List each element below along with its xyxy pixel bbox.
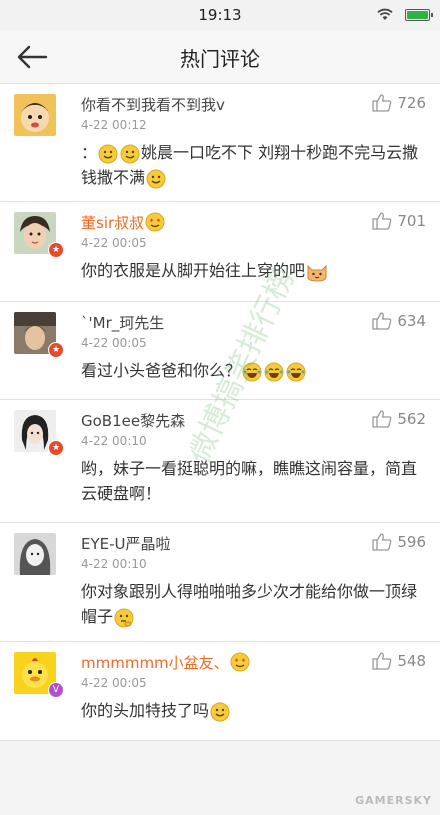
like-button[interactable]: 596 — [372, 533, 426, 551]
thumbs-up-icon — [372, 212, 392, 230]
vip-badge-icon: V — [48, 682, 64, 698]
comment-item: V mmmmmm小盆友、 4-22 00:05 你的头加特技了吗 548 — [0, 642, 440, 741]
smile-emoji-icon — [120, 144, 140, 163]
thumbs-up-icon — [372, 94, 392, 112]
user-name[interactable]: 你看不到我看不到我v — [81, 94, 225, 115]
comment-text: 看过小头爸爸和你么？ — [81, 358, 426, 383]
status-bar: 19:13 — [0, 0, 440, 30]
battery-icon — [405, 9, 433, 21]
nav-bar: 热门评论 — [0, 30, 440, 84]
like-button[interactable]: 701 — [372, 212, 426, 230]
comment-text: 你对象跟别人得啪啪啪多少次才能给你做一顶绿帽子 — [81, 582, 418, 627]
wifi-icon — [377, 8, 393, 20]
smile-emoji-icon — [210, 702, 230, 721]
laughing-tears-emoji-icon — [286, 362, 306, 381]
comment-time: 4-22 00:05 — [81, 336, 147, 350]
thumbs-up-icon — [372, 652, 392, 670]
avatar[interactable] — [14, 533, 56, 575]
like-count: 726 — [397, 94, 426, 112]
like-button[interactable]: 562 — [372, 410, 426, 428]
thumbs-up-icon — [372, 312, 392, 330]
thumbs-up-icon — [372, 410, 392, 428]
comment-text: 你的衣服是从脚开始往上穿的吧 — [81, 258, 426, 283]
love-eyes-emoji-icon — [145, 212, 165, 232]
comment-text: ：姚晨一口吃不下 刘翔十秒跑不完马云撒钱撒不满 — [81, 143, 419, 188]
page-title: 热门评论 — [180, 47, 260, 71]
like-count: 596 — [397, 533, 426, 551]
comment-item: 你看不到我看不到我v 4-22 00:12 ：姚晨一口吃不下 刘翔十秒跑不完马云… — [0, 84, 440, 202]
smile-emoji-icon — [98, 144, 118, 163]
comment-time: 4-22 00:10 — [81, 557, 147, 571]
smile-emoji-icon — [146, 169, 166, 188]
like-count: 634 — [397, 312, 426, 330]
love-eyes-emoji-icon — [230, 652, 250, 672]
like-button[interactable]: 548 — [372, 652, 426, 670]
like-count: 548 — [397, 652, 426, 670]
comment-list: 你看不到我看不到我v 4-22 00:12 ：姚晨一口吃不下 刘翔十秒跑不完马云… — [0, 84, 440, 741]
comment-text: 你的头加特技了吗 — [81, 698, 426, 723]
like-count: 701 — [397, 212, 426, 230]
avatar[interactable] — [14, 94, 56, 136]
verified-badge-icon: ★ — [48, 342, 64, 358]
like-button[interactable]: 634 — [372, 312, 426, 330]
comment-time: 4-22 00:10 — [81, 434, 147, 448]
comment-item: ★ 董sir叔叔 4-22 00:05 你的衣服是从脚开始往上穿的吧 701 — [0, 202, 440, 302]
user-name[interactable]: mmmmmm小盆友、 — [81, 652, 229, 673]
cat-emoji-icon — [307, 264, 327, 282]
back-arrow-icon[interactable] — [14, 42, 50, 72]
comment-time: 4-22 00:12 — [81, 118, 147, 132]
thumbs-up-icon — [372, 533, 392, 551]
verified-badge-icon: ★ — [48, 440, 64, 456]
user-name[interactable]: GoB1ee黎先森 — [81, 410, 185, 431]
corner-logo: GAMERSKY — [355, 794, 432, 807]
laughing-tears-emoji-icon — [242, 362, 262, 381]
laughing-tears-emoji-icon — [264, 362, 284, 381]
like-button[interactable]: 726 — [372, 94, 426, 112]
thinking-emoji-icon — [114, 608, 134, 627]
verified-badge-icon: ★ — [48, 242, 64, 258]
comment-time: 4-22 00:05 — [81, 676, 147, 690]
comment-item: EYE-U严晶啦 4-22 00:10 你对象跟别人得啪啪啪多少次才能给你做一顶… — [0, 523, 440, 642]
user-name[interactable]: 董sir叔叔 — [81, 212, 144, 233]
comment-item: ★ GoB1ee黎先森 4-22 00:10 哟，妹子一看挺聪明的嘛，瞧瞧这闹容… — [0, 400, 440, 523]
status-time: 19:13 — [198, 6, 242, 24]
like-count: 562 — [397, 410, 426, 428]
comment-time: 4-22 00:05 — [81, 236, 147, 250]
comment-item: ★ `'Mr_珂先生 4-22 00:05 看过小头爸爸和你么？ 634 — [0, 302, 440, 400]
comment-text: 哟，妹子一看挺聪明的嘛，瞧瞧这闹容量，简直云硬盘啊！ — [81, 459, 418, 503]
user-name[interactable]: `'Mr_珂先生 — [81, 312, 164, 333]
user-name[interactable]: EYE-U严晶啦 — [81, 533, 171, 554]
